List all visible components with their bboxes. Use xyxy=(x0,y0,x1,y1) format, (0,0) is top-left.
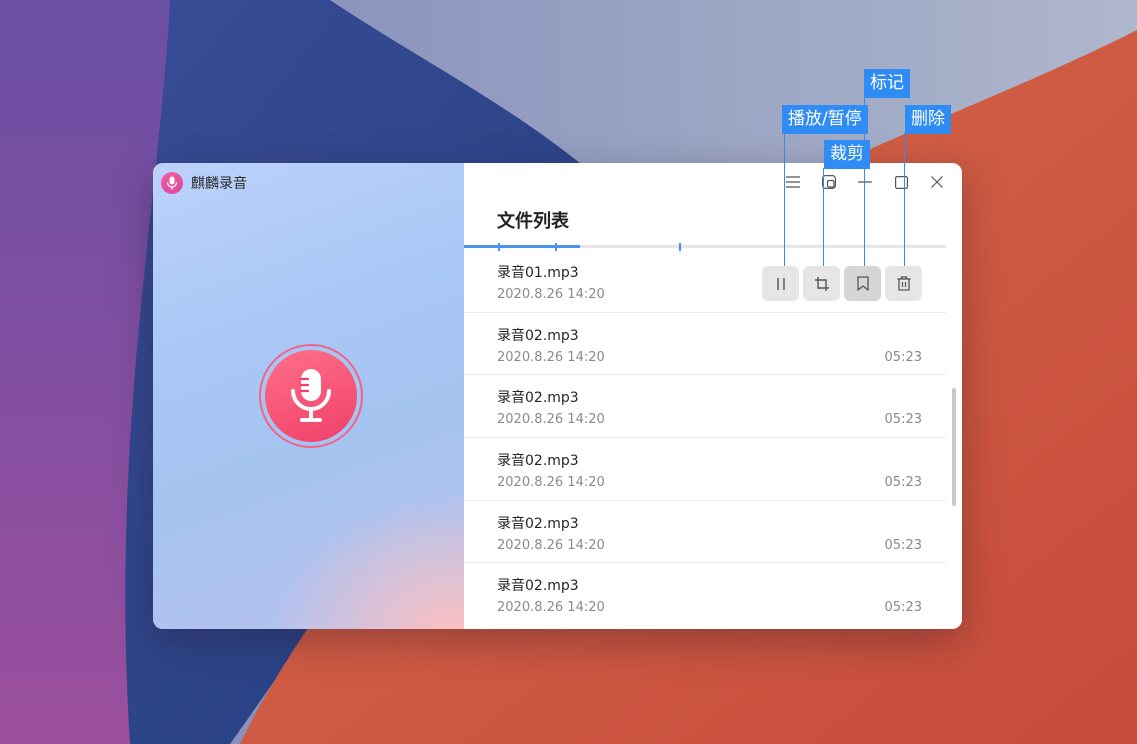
callout-play-pause: 播放/暂停 xyxy=(782,105,868,134)
file-name: 录音02.mp3 xyxy=(497,390,579,407)
delete-button[interactable] xyxy=(885,266,922,301)
file-date: 2020.8.26 14:20 xyxy=(497,349,605,365)
list-title: 文件列表 xyxy=(497,211,569,232)
file-date: 2020.8.26 14:20 xyxy=(497,287,605,302)
file-list: 录音01.mp3 2020.8.26 14:20 录音02.mp3 2020.8… xyxy=(464,250,946,626)
microphone-icon xyxy=(291,369,331,422)
app-name: 麒麟录音 xyxy=(191,176,247,192)
file-date: 2020.8.26 14:20 xyxy=(497,537,605,553)
file-duration: 05:23 xyxy=(884,349,922,365)
list-item[interactable]: 录音02.mp3 2020.8.26 14:20 05:23 xyxy=(464,501,946,564)
close-icon xyxy=(931,176,943,188)
item-actions xyxy=(762,266,922,301)
file-name: 录音01.mp3 xyxy=(497,265,579,281)
file-list-panel: 文件列表 录音01.mp3 2020.8.26 14:20 录音02.mp3 2… xyxy=(464,163,962,629)
list-item[interactable]: 录音02.mp3 2020.8.26 14:20 05:23 xyxy=(464,563,946,626)
bookmark-icon xyxy=(856,276,869,291)
hamburger-icon xyxy=(786,176,800,188)
maximize-button[interactable] xyxy=(884,169,918,195)
list-item[interactable]: 录音02.mp3 2020.8.26 14:20 05:23 xyxy=(464,438,946,501)
recorder-window: 麒麟录音 文件列表 录音01.mp3 2020.8.26 14:20 录音02.… xyxy=(153,163,962,629)
mini-window-icon xyxy=(822,175,836,189)
file-date: 2020.8.26 14:20 xyxy=(497,412,605,428)
file-date: 2020.8.26 14:20 xyxy=(497,600,605,616)
list-item[interactable]: 录音02.mp3 2020.8.26 14:20 05:23 xyxy=(464,375,946,439)
callout-crop: 裁剪 xyxy=(824,140,870,169)
mini-mode-button[interactable] xyxy=(812,169,846,195)
callout-line-crop xyxy=(823,168,824,266)
recorder-panel: 麒麟录音 xyxy=(153,163,464,629)
minimize-button[interactable] xyxy=(848,169,882,195)
close-button[interactable] xyxy=(920,169,954,195)
crop-icon xyxy=(814,276,829,291)
menu-button[interactable] xyxy=(776,169,810,195)
file-duration: 05:23 xyxy=(884,475,922,491)
callout-delete: 删除 xyxy=(905,105,951,134)
file-duration: 05:23 xyxy=(884,412,922,428)
app-title: 麒麟录音 xyxy=(161,172,247,194)
window-controls xyxy=(776,169,954,195)
file-duration: 05:23 xyxy=(884,600,922,616)
list-item[interactable]: 录音01.mp3 2020.8.26 14:20 xyxy=(464,250,946,313)
pause-button[interactable] xyxy=(762,266,799,301)
file-duration: 05:23 xyxy=(884,537,922,553)
scrollbar[interactable] xyxy=(952,388,956,506)
trash-icon xyxy=(897,276,910,291)
callout-line-play-pause xyxy=(784,133,785,266)
file-name: 录音02.mp3 xyxy=(497,453,579,470)
record-button[interactable] xyxy=(259,344,363,448)
file-date: 2020.8.26 14:20 xyxy=(497,475,605,491)
minimize-icon xyxy=(858,181,872,183)
file-name: 录音02.mp3 xyxy=(497,327,579,344)
crop-button[interactable] xyxy=(803,266,840,301)
file-name: 录音02.mp3 xyxy=(497,515,579,532)
maximize-icon xyxy=(894,175,908,189)
callout-line-delete xyxy=(904,133,905,266)
callout-mark: 标记 xyxy=(864,69,910,98)
file-name: 录音02.mp3 xyxy=(497,578,579,595)
pause-icon xyxy=(776,277,785,290)
app-logo-icon xyxy=(161,172,183,194)
list-item[interactable]: 录音02.mp3 2020.8.26 14:20 05:23 xyxy=(464,313,946,376)
bookmark-button[interactable] xyxy=(844,266,881,301)
